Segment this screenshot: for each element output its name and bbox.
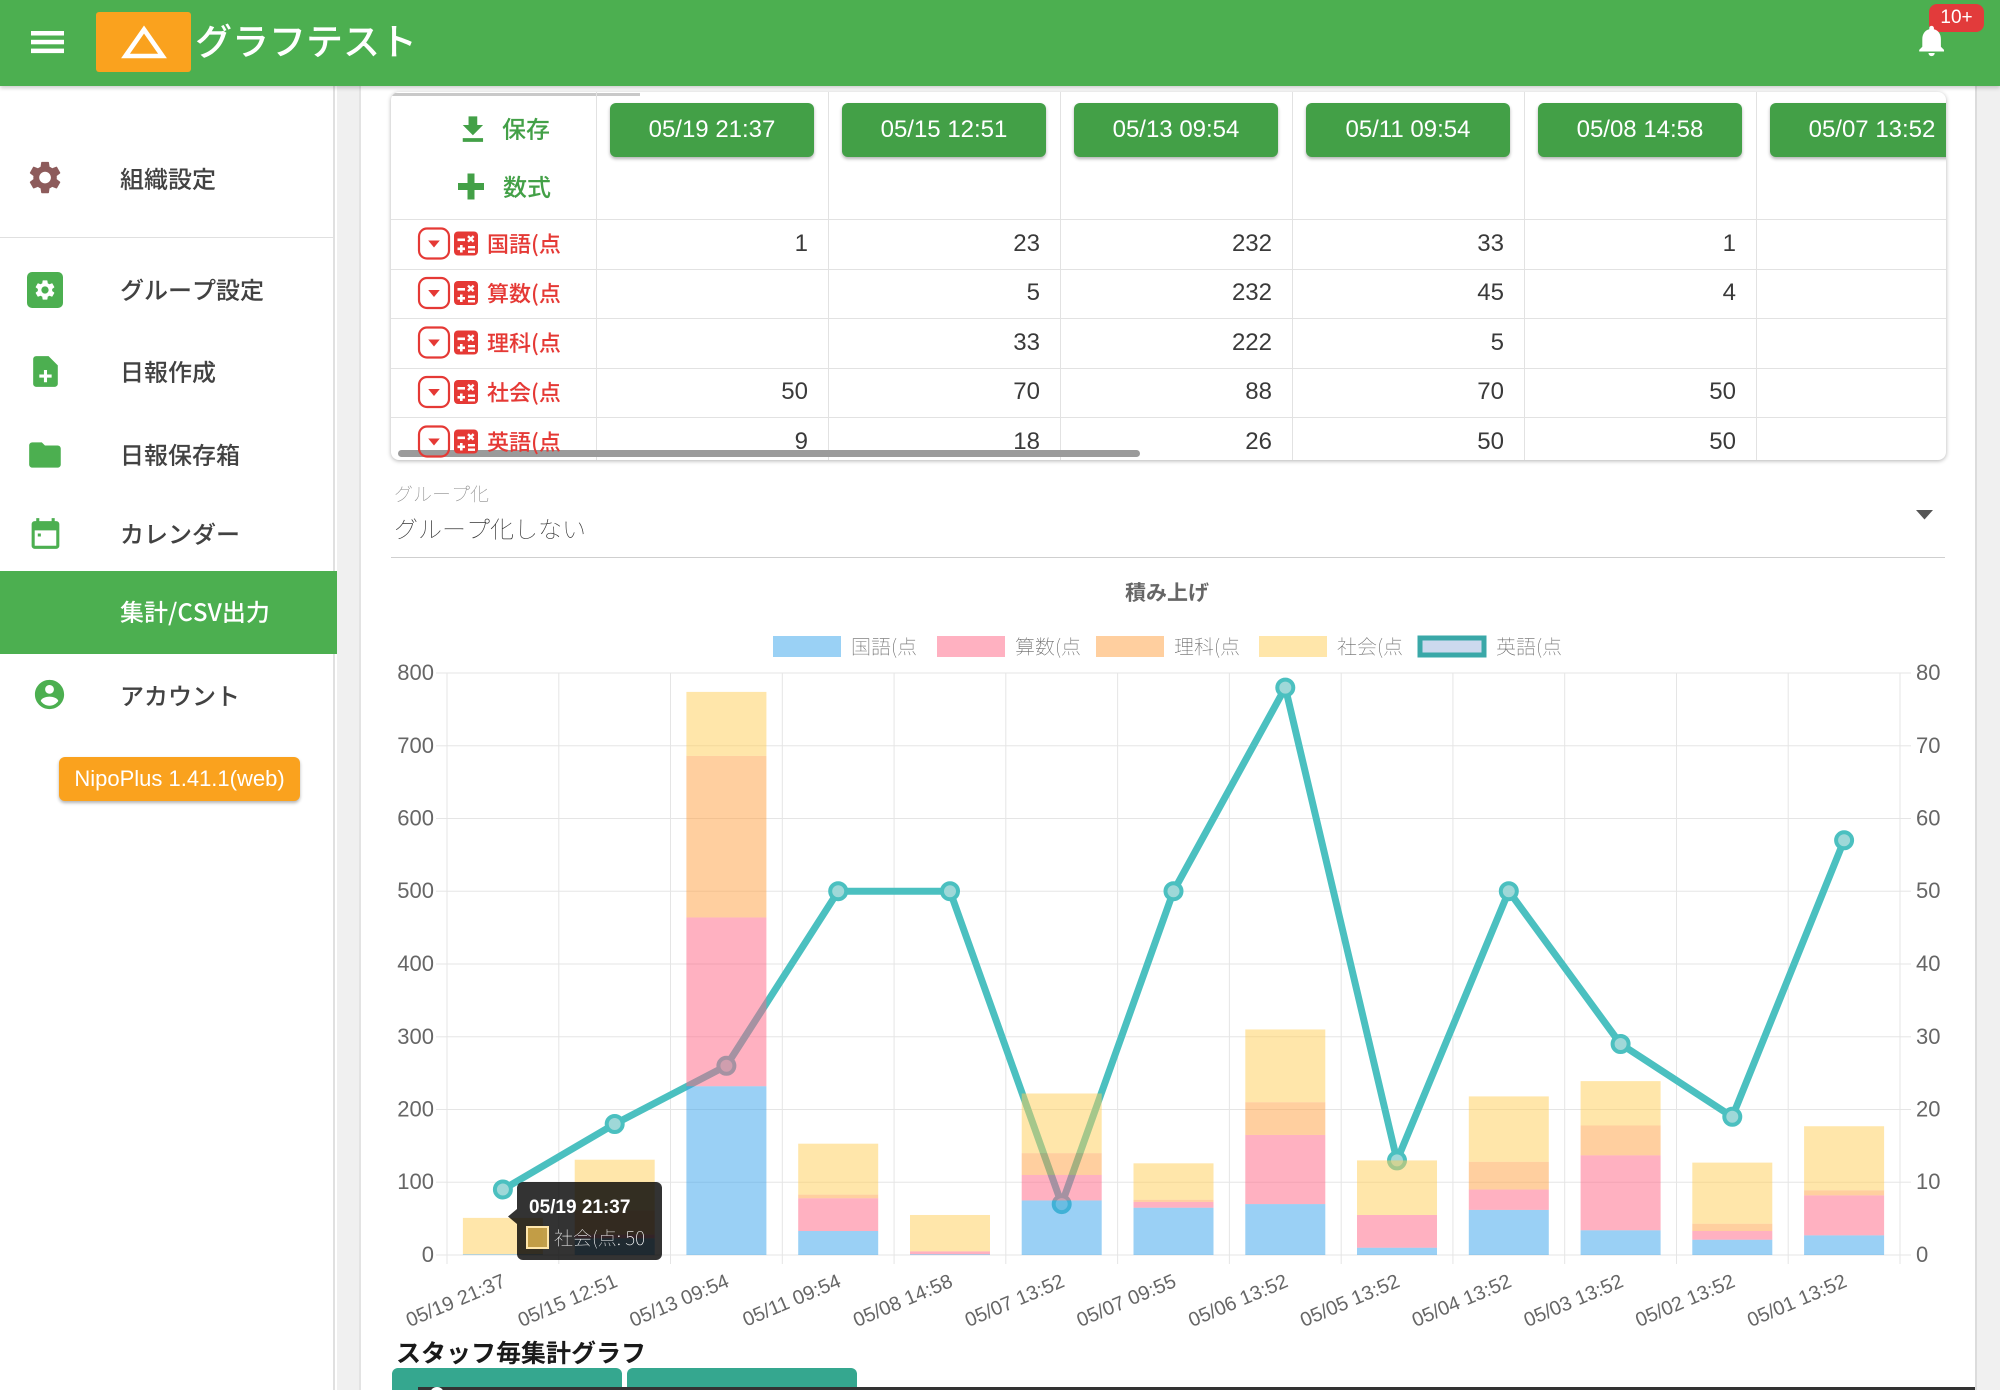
svg-text:400: 400 bbox=[397, 951, 434, 976]
svg-text:200: 200 bbox=[397, 1097, 434, 1122]
svg-text:500: 500 bbox=[397, 878, 434, 903]
svg-text:05/01 13:52: 05/01 13:52 bbox=[1744, 1270, 1850, 1332]
svg-text:05/15 12:51: 05/15 12:51 bbox=[515, 1270, 621, 1332]
svg-text:300: 300 bbox=[397, 1024, 434, 1049]
svg-text:05/19 21:37: 05/19 21:37 bbox=[529, 1197, 630, 1218]
svg-text:05/02 13:52: 05/02 13:52 bbox=[1632, 1270, 1738, 1332]
svg-text:05/05 13:52: 05/05 13:52 bbox=[1297, 1270, 1403, 1332]
svg-text:40: 40 bbox=[1916, 951, 1940, 976]
svg-text:05/19 21:37: 05/19 21:37 bbox=[403, 1270, 509, 1332]
svg-text:700: 700 bbox=[397, 733, 434, 758]
svg-text:800: 800 bbox=[397, 660, 434, 685]
svg-text:10: 10 bbox=[1916, 1169, 1940, 1194]
svg-text:05/13 09:54: 05/13 09:54 bbox=[627, 1270, 733, 1332]
svg-text:05/08 14:58: 05/08 14:58 bbox=[850, 1270, 956, 1332]
svg-text:05/11 09:54: 05/11 09:54 bbox=[740, 1270, 844, 1331]
svg-text:05/06 13:52: 05/06 13:52 bbox=[1185, 1270, 1291, 1332]
svg-text:20: 20 bbox=[1916, 1097, 1940, 1122]
svg-text:30: 30 bbox=[1916, 1024, 1940, 1049]
svg-text:0: 0 bbox=[422, 1242, 434, 1267]
svg-text:05/07 09:55: 05/07 09:55 bbox=[1074, 1270, 1180, 1332]
svg-text:70: 70 bbox=[1916, 733, 1940, 758]
svg-text:60: 60 bbox=[1916, 806, 1940, 831]
svg-text:05/07 13:52: 05/07 13:52 bbox=[962, 1270, 1068, 1332]
svg-text:100: 100 bbox=[397, 1169, 434, 1194]
svg-text:05/03 13:52: 05/03 13:52 bbox=[1521, 1270, 1627, 1332]
svg-text:05/04 13:52: 05/04 13:52 bbox=[1409, 1270, 1515, 1332]
svg-text:50: 50 bbox=[1916, 878, 1940, 903]
svg-text:600: 600 bbox=[397, 806, 434, 831]
svg-text:0: 0 bbox=[1916, 1242, 1928, 1267]
svg-text:80: 80 bbox=[1916, 660, 1940, 685]
